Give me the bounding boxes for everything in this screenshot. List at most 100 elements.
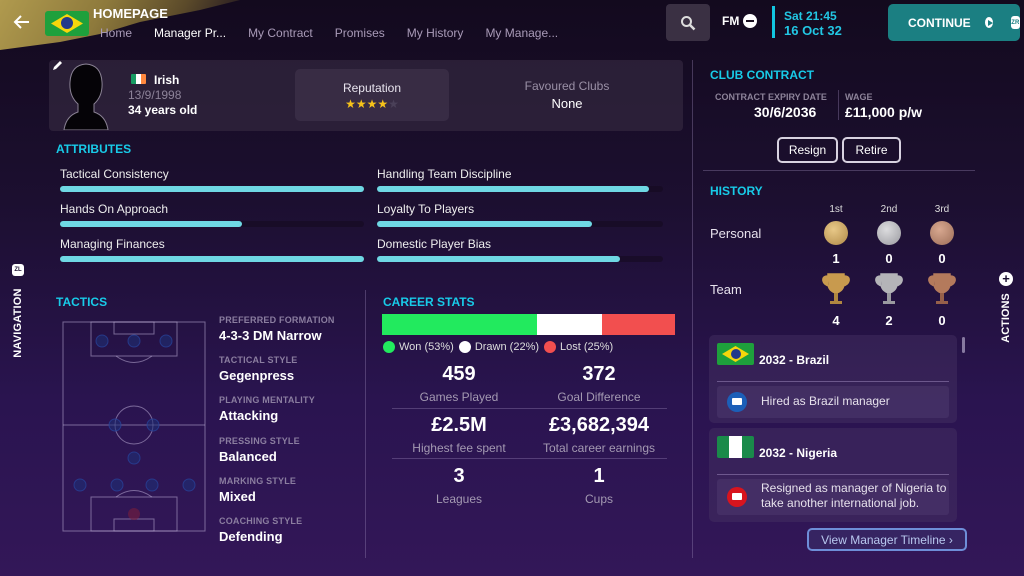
- column-divider: [692, 60, 693, 558]
- timeline-entry-nigeria[interactable]: 2032 - Nigeria Resigned as manager of Ni…: [709, 428, 957, 522]
- tab-my-history[interactable]: My History: [407, 26, 464, 40]
- reputation-box: Reputation ★★★★★: [295, 69, 449, 121]
- legend-dot: [544, 341, 557, 353]
- date-of-birth: 13/9/1998: [128, 88, 182, 102]
- game-time: Sat 21:45: [784, 9, 837, 23]
- edit-pencil-icon[interactable]: [52, 60, 63, 74]
- attribute-bar: [60, 256, 364, 262]
- actions-label: ACTIONS: [1000, 293, 1012, 343]
- continue-label: CONTINUE: [908, 15, 971, 30]
- actions-drawer-toggle[interactable]: + ACTIONS: [994, 270, 1018, 350]
- attribute-bar: [377, 186, 663, 192]
- resign-button[interactable]: Resign: [777, 137, 838, 163]
- star-empty-icon: ★: [388, 97, 399, 111]
- history-col-2nd: 2nd: [880, 204, 898, 215]
- attribute-bar-fill: [60, 186, 364, 192]
- nationality: Irish: [154, 73, 180, 87]
- timeline-entry-brazil[interactable]: 2032 - Brazil Hired as Brazil manager: [709, 335, 957, 423]
- back-button[interactable]: [12, 12, 34, 34]
- attribute-label: Tactical Consistency: [60, 167, 169, 181]
- silver-trophy-icon: [875, 273, 903, 304]
- tactic-value: Balanced: [219, 448, 277, 464]
- stat-label: Games Played: [419, 390, 499, 404]
- results-bar: [382, 314, 675, 335]
- personal-2nd-count: 0: [885, 251, 893, 266]
- tactic-label: TACTICAL STYLE: [219, 355, 298, 366]
- legend-item: Won (53%): [383, 341, 454, 353]
- date-divider: [772, 6, 775, 38]
- timeline-separator: [717, 474, 949, 475]
- zr-button-badge: ZR: [1010, 16, 1020, 29]
- brazil-flag-icon: [717, 343, 754, 365]
- tactic-value: Attacking: [219, 408, 279, 424]
- attribute-bar: [377, 256, 663, 262]
- team-2nd-count: 2: [885, 313, 893, 328]
- tactic-label: COACHING STYLE: [219, 516, 303, 526]
- timeline-title: 2032 - Brazil: [759, 353, 830, 367]
- wage-label: WAGE: [845, 92, 873, 102]
- career-stats-title: CAREER STATS: [383, 295, 475, 309]
- legend-label: Won (53%): [399, 341, 454, 353]
- silver-medal-icon: [877, 221, 901, 245]
- age: 34 years old: [128, 103, 198, 117]
- tactic-value: 4-3-3 DM Narrow: [219, 328, 322, 343]
- legend-label: Drawn (22%): [474, 341, 540, 353]
- timeline-event-text: Resigned as manager of Nigeria to take a…: [761, 481, 947, 510]
- results-bar-segment: [537, 314, 602, 335]
- contract-expiry-label: CONTRACT EXPIRY DATE: [715, 92, 827, 102]
- stat-label: Highest fee spent: [412, 441, 506, 455]
- gold-medal-icon: [824, 221, 848, 245]
- favoured-clubs-label: Favoured Clubs: [524, 79, 610, 93]
- attribute-bar-fill: [377, 186, 649, 192]
- stat-value: £2.5M: [431, 414, 487, 436]
- stat-value: 372: [582, 363, 616, 385]
- attribute-bar: [377, 221, 663, 227]
- nav-tabs: Home Manager Pr... My Contract Promises …: [100, 26, 580, 40]
- stat-label: Goal Difference: [557, 390, 641, 404]
- timeline-event-text: Hired as Brazil manager: [761, 394, 890, 408]
- column-divider: [365, 290, 366, 558]
- legend-item: Drawn (22%): [458, 341, 540, 353]
- attribute-label: Managing Finances: [60, 237, 165, 251]
- search-button[interactable]: [666, 4, 710, 41]
- club-contract-title: CLUB CONTRACT: [710, 68, 814, 82]
- tab-promises[interactable]: Promises: [335, 26, 385, 40]
- view-manager-timeline-button[interactable]: View Manager Timeline ›: [807, 528, 967, 551]
- star-filled-icon: ★: [366, 97, 378, 111]
- tab-home[interactable]: Home: [100, 26, 132, 40]
- personal-1st-count: 1: [832, 251, 840, 266]
- game-date: 16 Oct 32: [784, 23, 842, 38]
- contract-divider: [838, 90, 839, 120]
- timeline-scrollbar[interactable]: [962, 337, 965, 353]
- stat-label: Cups: [584, 492, 613, 506]
- results-legend: Won (53%) Drawn (22%) Lost (25%): [383, 341, 618, 353]
- continue-button[interactable]: CONTINUE ZR: [888, 4, 1020, 41]
- reputation-stars: ★★★★★: [295, 97, 449, 111]
- navigation-drawer-toggle[interactable]: ZL NAVIGATION: [6, 262, 30, 362]
- attribute-bar-fill: [60, 256, 364, 262]
- tactic-value: Defending: [219, 529, 283, 544]
- attribute-label: Hands On Approach: [60, 202, 169, 216]
- attribute-bar-fill: [377, 221, 592, 227]
- contract-expiry-value: 30/6/2036: [754, 104, 817, 120]
- tab-my-contract[interactable]: My Contract: [248, 26, 313, 40]
- tactics-title: TACTICS: [56, 295, 108, 309]
- tactic-value: Gegenpress: [219, 368, 295, 384]
- star-filled-icon: ★: [355, 97, 367, 111]
- retire-button[interactable]: Retire: [842, 137, 901, 163]
- tab-my-manager[interactable]: My Manage...: [485, 26, 558, 40]
- stats-divider: [392, 458, 667, 459]
- stat-value: 1: [593, 465, 605, 487]
- tab-manager-profile[interactable]: Manager Pr...: [154, 26, 226, 40]
- briefcase-icon: [727, 487, 747, 507]
- brazil-flag-icon: [45, 11, 89, 36]
- search-icon: [681, 15, 696, 30]
- tactic-label: PREFERRED FORMATION: [219, 315, 335, 325]
- tactic-label: MARKING STYLE: [219, 475, 297, 486]
- fm-menu-icon[interactable]: [743, 14, 757, 28]
- attribute-bar: [60, 221, 364, 227]
- stat-value: £3,682,394: [548, 414, 650, 436]
- timeline-event: Resigned as manager of Nigeria to take a…: [717, 479, 949, 515]
- legend-item: Lost (25%): [544, 341, 613, 353]
- tactic-label: PRESSING STYLE: [219, 435, 300, 446]
